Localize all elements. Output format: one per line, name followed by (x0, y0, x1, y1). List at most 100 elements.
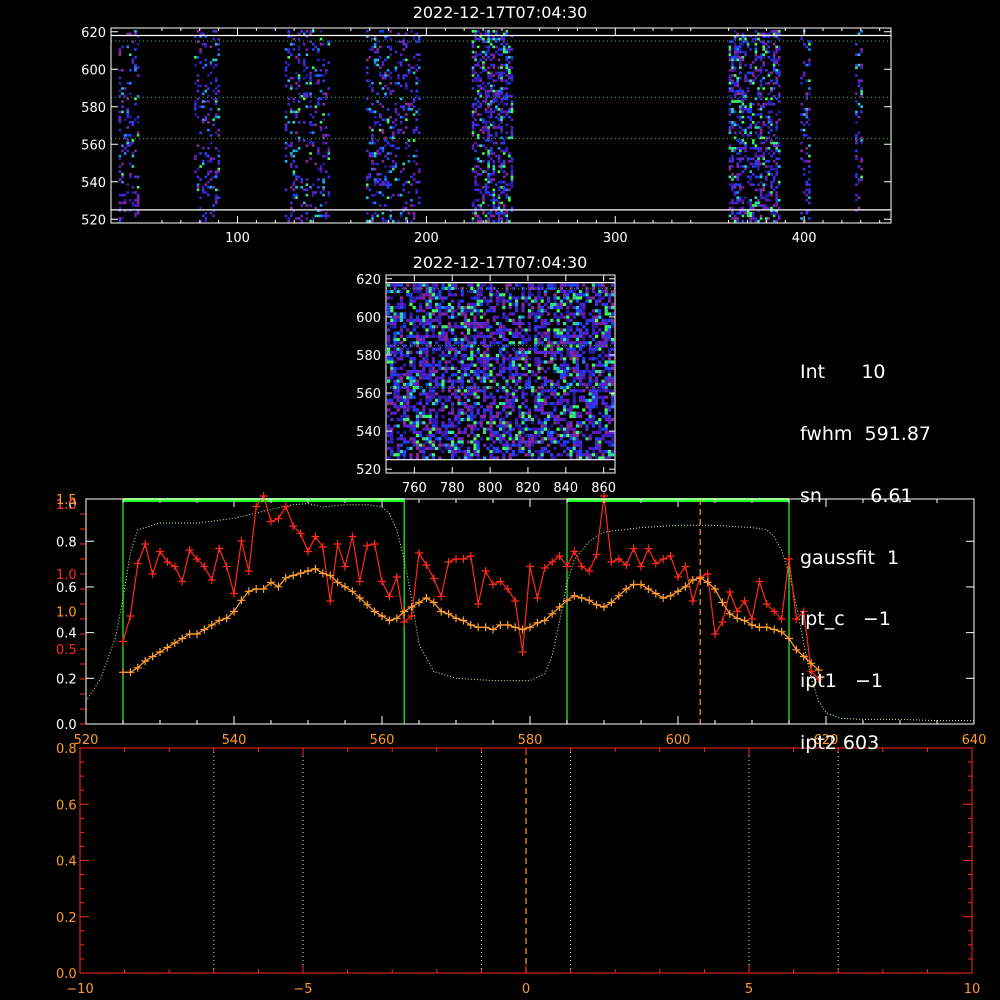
heatmap-cell (393, 341, 397, 345)
heatmap-cell (393, 350, 397, 354)
heatmap-cell (736, 115, 739, 119)
heatmap-cell (403, 315, 407, 319)
heatmap-cell (521, 427, 525, 431)
heatmap-cell (209, 134, 213, 137)
heatmap-cell (393, 370, 397, 374)
heatmap-cell (287, 217, 290, 220)
heatmap-cell (217, 89, 221, 93)
heatmap-cell (479, 421, 483, 425)
heatmap-cell (543, 450, 547, 454)
heatmap-cell (770, 123, 773, 127)
heatmap-cell (521, 395, 525, 399)
heatmap-cell (399, 302, 403, 306)
heatmap-cell (129, 121, 132, 124)
heatmap-cell (217, 154, 221, 158)
heatmap-cell (775, 123, 778, 127)
heatmap-cell (521, 437, 525, 441)
heatmap-cell (476, 443, 480, 447)
heatmap-cell (431, 395, 435, 399)
heatmap-cell (566, 373, 570, 377)
heatmap-cell (454, 373, 458, 377)
heatmap-cell (595, 421, 599, 425)
heatmap-cell (591, 338, 595, 342)
heatmap-cell (497, 193, 501, 197)
heatmap-cell (479, 299, 483, 303)
heatmap-cell (527, 440, 531, 444)
heatmap-cell (566, 408, 570, 412)
heatmap-cell (379, 123, 382, 127)
heatmap-cell (728, 160, 732, 163)
heatmap-cell (731, 87, 734, 90)
heatmap-cell (412, 283, 416, 287)
heatmap-cell (553, 408, 557, 412)
heatmap-cell (319, 128, 323, 132)
heatmap-cell (214, 43, 218, 46)
heatmap-cell (497, 196, 501, 199)
heatmap-cell (770, 121, 773, 124)
heatmap-cell (471, 123, 475, 127)
y-tick-label: 560 (356, 387, 381, 402)
heatmap-cell (563, 334, 567, 338)
heatmap-cell (547, 341, 551, 345)
heatmap-cell (757, 183, 760, 186)
heatmap-cell (441, 373, 445, 377)
heatmap-cell (387, 360, 391, 364)
heatmap-cell (508, 74, 511, 77)
heatmap-cell (415, 414, 419, 418)
heatmap-cell (569, 302, 573, 306)
heatmap-cell (390, 306, 394, 310)
heatmap-cell (379, 45, 382, 49)
heatmap-cell (389, 115, 392, 119)
heatmap-cell (752, 157, 755, 160)
heatmap-cell (543, 344, 547, 348)
heatmap-cell (497, 108, 501, 111)
heatmap-cell (534, 344, 538, 348)
heatmap-cell (118, 165, 122, 168)
heatmap-cell (136, 186, 140, 189)
heatmap-cell (366, 149, 369, 153)
heatmap-cell (394, 108, 398, 111)
heatmap-cell (431, 421, 435, 425)
heatmap-cell (762, 152, 765, 155)
heatmap-cell (524, 338, 528, 342)
heatmap-cell (483, 379, 487, 383)
heatmap-cell (438, 366, 442, 370)
heatmap-cell (474, 123, 477, 127)
heatmap-cell (454, 357, 458, 361)
heatmap-cell (508, 392, 512, 396)
heatmap-cell (607, 357, 611, 361)
heatmap-cell (373, 167, 377, 171)
heatmap-cell (511, 392, 515, 396)
heatmap-cell (399, 376, 403, 380)
heatmap-cell (511, 296, 515, 300)
heatmap-cell (601, 450, 605, 454)
heatmap-cell (376, 139, 379, 142)
heatmap-cell (487, 126, 490, 129)
heatmap-cell (305, 183, 309, 186)
heatmap-cell (392, 136, 395, 140)
heatmap-cell (486, 405, 490, 409)
heatmap-cell (482, 50, 485, 54)
heatmap-cell (749, 201, 752, 205)
heatmap-cell (438, 322, 442, 326)
heatmap-cell (387, 302, 391, 306)
heatmap-cell (572, 366, 576, 370)
heatmap-cell (422, 446, 426, 450)
heatmap-cell (399, 105, 403, 108)
heatmap-cell (524, 328, 528, 332)
heatmap-cell (422, 421, 426, 425)
heatmap-cell (399, 115, 403, 119)
heatmap-cell (303, 69, 306, 72)
heatmap-cell (749, 79, 752, 82)
heatmap-cell (572, 334, 576, 338)
heatmap-cell (607, 334, 611, 338)
heatmap-cell (521, 414, 525, 418)
heatmap-cell (556, 392, 560, 396)
heatmap-cell (309, 219, 312, 223)
heatmap-cell (489, 373, 493, 377)
heatmap-cell (390, 402, 394, 406)
heatmap-cell (484, 30, 488, 33)
heatmap-cell (479, 206, 483, 210)
heatmap-cell (486, 395, 490, 399)
heatmap-cell (505, 382, 509, 386)
